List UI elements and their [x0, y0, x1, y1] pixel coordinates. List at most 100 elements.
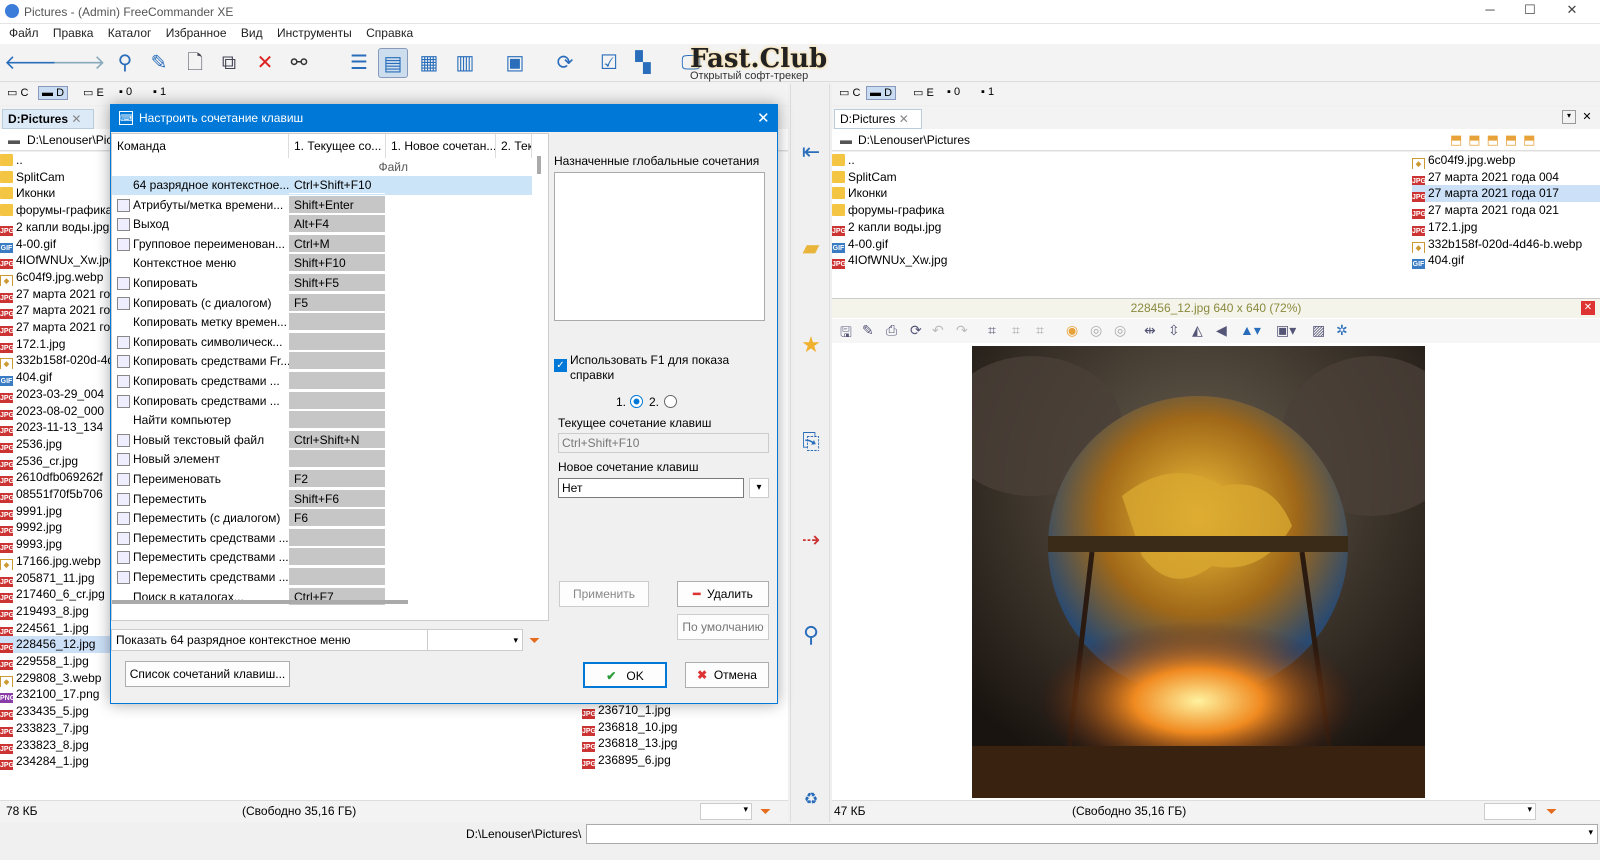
file-item[interactable]: JPG 4IOfWNUx_Xw.jpg [0, 252, 110, 270]
shortcut-row[interactable]: Копировать Shift+F5 [112, 274, 532, 293]
shortcut-row[interactable]: Выход Alt+F4 [112, 215, 532, 234]
radio-2[interactable] [664, 395, 677, 408]
file-item[interactable]: JPG 228456_12.jpg [0, 636, 110, 654]
brief-view-icon[interactable]: ▥ [450, 48, 480, 78]
effects-icon[interactable]: ✲ [1336, 322, 1348, 339]
menu-file[interactable]: Файл [9, 26, 39, 40]
delete-icon[interactable]: ✕ [250, 48, 280, 78]
edit-image-icon[interactable]: ✎ [862, 322, 874, 339]
tab-close-icon[interactable]: ✕ [899, 112, 909, 126]
file-item[interactable]: ◆ 229808_3.webp [0, 670, 110, 687]
shortcut-row[interactable]: Копировать (с диалогом) F5 [112, 293, 532, 313]
redeye-icon[interactable]: ◎ [1090, 322, 1102, 339]
forward-arrow-icon[interactable]: 🡒 [52, 48, 106, 78]
file-item[interactable]: ◆ 6c04f9.jpg.webp [1412, 152, 1600, 169]
cancel-button[interactable]: ✖ Отмена [685, 662, 769, 688]
filter-icon[interactable]: ⏷ [529, 632, 540, 649]
file-item[interactable]: JPG 2 капли воды.jpg [0, 219, 110, 236]
shortcut-row[interactable]: Новый текстовый файл Ctrl+Shift+N [112, 430, 532, 450]
menu-help[interactable]: Справка [366, 26, 413, 40]
refresh-icon[interactable]: ⟳ [910, 322, 922, 339]
description-filter-dropdown[interactable]: ▾ [427, 629, 523, 651]
delete-button[interactable]: ━ Удалить [677, 581, 769, 607]
binoculars-icon[interactable]: ⚯ [284, 48, 314, 78]
minimize-button[interactable]: ─ [1470, 2, 1510, 22]
filter-icon[interactable]: ⏷ [1546, 803, 1557, 820]
left-tab-pictures[interactable]: D:Pictures ✕ [2, 109, 94, 129]
shortcut-row[interactable]: Переместить (с диалогом) F6 [112, 509, 532, 528]
filter-icon[interactable]: ⏷ [760, 803, 771, 820]
rotate-left-icon[interactable]: ◭ [1192, 322, 1203, 339]
crop-remove-icon[interactable]: ⌗ [1036, 322, 1044, 339]
file-item[interactable]: JPG 233435_5.jpg [0, 703, 110, 721]
close-window-button[interactable]: ✕ [1552, 2, 1592, 22]
file-item[interactable]: GIF 404.gif [1412, 252, 1600, 270]
image-info-icon[interactable]: ▨ [1312, 322, 1325, 339]
back-arrow-icon[interactable]: 🡐 [4, 48, 58, 78]
new-file-icon[interactable]: 🗋 [180, 48, 210, 78]
drive-e-right[interactable]: ▭ E [910, 86, 937, 99]
checklist-icon[interactable]: ☑ [594, 48, 624, 78]
file-item[interactable]: ◆332b158f-020d-4d46-b.webp [0, 352, 110, 370]
shortcut-row[interactable]: Атрибуты/метка времени... Shift+Enter [112, 195, 532, 215]
shortcut-row[interactable]: Найти компьютер [112, 411, 532, 430]
shortcut-row[interactable]: Переместить средствами ... [112, 528, 532, 548]
file-item[interactable]: JPG27 марта 2021 года 017 [1412, 185, 1600, 203]
col-header-current2[interactable]: 2. Тек [496, 134, 532, 158]
folder-tools-icon[interactable]: ⬒⬒⬒⬒⬒ [1450, 132, 1541, 148]
drive-e-left[interactable]: ▭ E [80, 86, 107, 99]
drive-1-right[interactable]: ▪ 1 [978, 86, 997, 98]
sync-icon[interactable]: ⟳ [550, 48, 580, 78]
file-item[interactable]: JPG 172.1.jpg [0, 336, 110, 353]
file-item[interactable]: JPG 224561_1.jpg [0, 620, 110, 637]
file-item[interactable]: JPG27 марта 2021 года 021 [1412, 202, 1600, 220]
menu-tools[interactable]: Инструменты [277, 26, 352, 40]
right-path[interactable]: D:\Lenouser\Pictures [858, 133, 970, 147]
file-item[interactable]: JPG 2536_cr.jpg [0, 453, 110, 470]
file-item[interactable]: JPG 2023-03-29_004 [0, 386, 110, 403]
drive-c-left[interactable]: ▭ C [4, 86, 31, 99]
file-item[interactable]: JPG 08551f70f5b706 [0, 486, 110, 503]
edit-pencil-icon[interactable]: ✎ [144, 48, 174, 78]
left-filter-dropdown[interactable]: ▾ [700, 803, 752, 820]
file-item[interactable]: JPG 9993.jpg [0, 536, 110, 554]
grid-hscrollbar-thumb[interactable] [112, 600, 408, 604]
file-item[interactable]: GIF 4-00.gif [832, 236, 1132, 253]
grid-scrollbar-thumb[interactable] [537, 156, 541, 174]
drive-d-left[interactable]: ▬ D [38, 86, 69, 100]
drive-0-left[interactable]: ▪ 0 [116, 86, 135, 98]
file-item[interactable]: JPG 9991.jpg [0, 503, 110, 520]
file-item[interactable]: JPG 233823_7.jpg [0, 720, 110, 737]
drive-0-right[interactable]: ▪ 0 [944, 86, 963, 98]
tab-menu-icon[interactable]: ▾ [1562, 110, 1576, 124]
menu-favorites[interactable]: Избранное [166, 26, 227, 40]
menu-folder[interactable]: Каталог [108, 26, 152, 40]
folder-item[interactable]: форумы-графика [0, 202, 110, 219]
flip-horizontal-icon[interactable]: ⇹ [1144, 322, 1156, 339]
file-item[interactable]: JPG 2023-11-13_134 [0, 419, 110, 437]
f1-help-checkbox[interactable]: ✓ [554, 359, 567, 372]
ok-button[interactable]: ✔ OK [583, 662, 667, 688]
right-filter-dropdown[interactable]: ▾ [1484, 803, 1536, 820]
new-shortcut-dropdown[interactable]: ▾ [749, 478, 769, 498]
adjust-icon[interactable]: ▲▾ [1240, 322, 1261, 339]
shortcut-row[interactable]: Переместить Shift+F6 [112, 489, 532, 509]
shortcut-row[interactable]: Переместить средствами ... [112, 548, 532, 567]
drive-c-right[interactable]: ▭ C [836, 86, 863, 99]
shortcut-row[interactable]: Контекстное меню Shift+F10 [112, 254, 532, 273]
file-item[interactable]: JPG 172.1.jpg [1412, 219, 1600, 236]
drive-d-right[interactable]: ▬ D [866, 86, 897, 100]
dialog-close-button[interactable]: ✕ [757, 109, 770, 127]
flip-vertical-icon[interactable]: ⇳ [1168, 322, 1180, 339]
file-item[interactable]: JPG 236710_1.jpg [582, 702, 732, 719]
folder-item[interactable]: форумы-графика [832, 202, 1132, 219]
crop-icon[interactable]: ⌗ [988, 322, 996, 339]
crop-alt-icon[interactable]: ⌗ [1012, 322, 1020, 339]
thumbnail-view-icon[interactable]: ▣ [500, 48, 530, 78]
copy-file-icon[interactable]: ⧉ [214, 48, 244, 78]
file-item[interactable]: GIF 4-00.gif [0, 236, 110, 253]
file-item[interactable]: ◆ 17166.jpg.webp [0, 553, 110, 570]
file-item[interactable]: JPG 205871_11.jpg [0, 570, 110, 587]
shortcut-row[interactable]: Переименовать F2 [112, 470, 532, 489]
rotate-right-icon[interactable]: ◀ [1216, 322, 1227, 339]
